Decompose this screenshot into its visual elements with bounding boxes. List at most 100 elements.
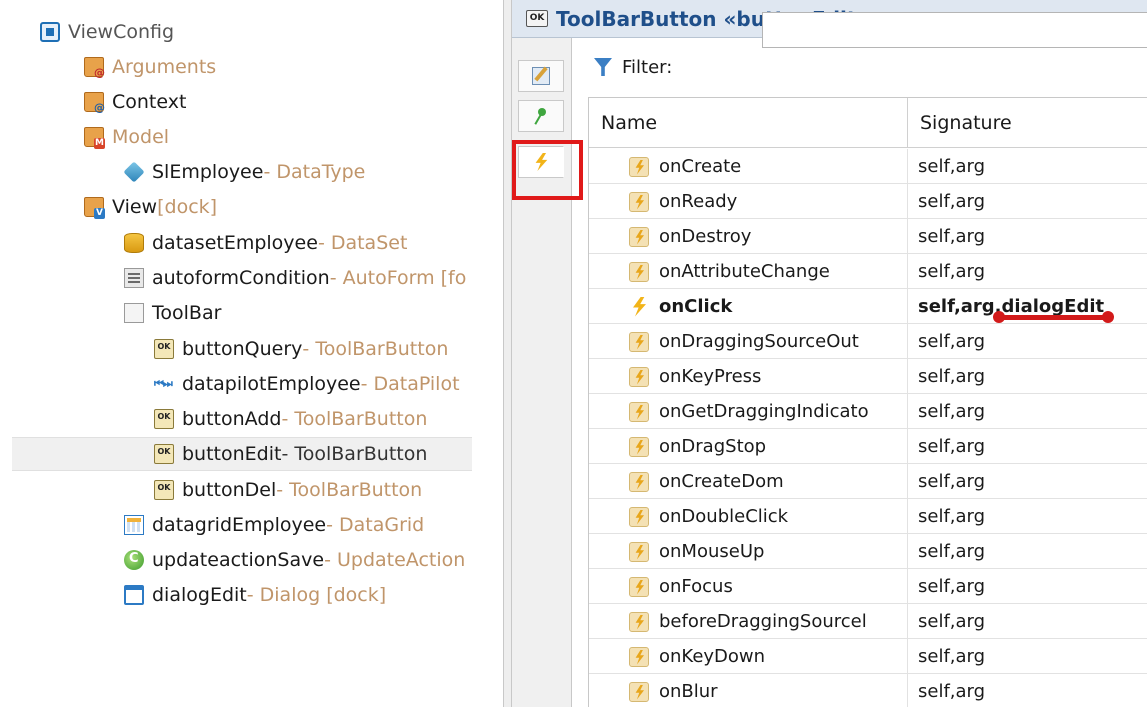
- event-signature[interactable]: self,arg: [908, 184, 1147, 219]
- event-signature[interactable]: self,arg: [908, 639, 1147, 674]
- table-row[interactable]: onCreate self,arg: [589, 149, 1147, 184]
- event-signature[interactable]: self,arg: [908, 324, 1147, 359]
- table-row[interactable]: onDraggingSourceOut self,arg: [589, 324, 1147, 359]
- table-row[interactable]: onCreateDom self,arg: [589, 464, 1147, 499]
- event-name-cell: onReady: [589, 184, 908, 219]
- tree-node-slemployee[interactable]: SlEmployee - DataType: [123, 155, 365, 189]
- event-signature[interactable]: self,arg: [908, 394, 1147, 429]
- table-row[interactable]: onFocus self,arg: [589, 569, 1147, 604]
- filter-funnel-icon: [594, 58, 612, 76]
- filter-label: Filter:: [622, 56, 673, 78]
- event-name: onGetDraggingIndicato: [659, 401, 869, 422]
- tree-node-label: Context: [112, 91, 187, 113]
- table-row[interactable]: onMouseUp self,arg: [589, 534, 1147, 569]
- event-lightning-icon: [629, 541, 649, 562]
- event-signature[interactable]: self,arg: [908, 464, 1147, 499]
- event-name: onAttributeChange: [659, 261, 830, 282]
- tree-node-view[interactable]: View [dock]: [84, 190, 217, 224]
- column-header-name[interactable]: Name: [589, 98, 908, 148]
- tree-node-datasetemployee[interactable]: datasetEmployee - DataSet: [124, 226, 407, 260]
- table-row[interactable]: onDragStop self,arg: [589, 429, 1147, 464]
- event-signature[interactable]: self,arg: [908, 359, 1147, 394]
- event-name: beforeDraggingSourcel: [659, 611, 867, 632]
- tree-node-datapilotemployee[interactable]: ⏮⏭ datapilotEmployee - DataPilot: [154, 367, 460, 401]
- event-signature[interactable]: self,arg: [908, 254, 1147, 289]
- tree-node-type: - ToolBarButton: [276, 479, 423, 501]
- tree-node-model[interactable]: Model: [84, 120, 169, 154]
- event-signature[interactable]: self,arg: [908, 499, 1147, 534]
- event-lightning-icon: [629, 366, 649, 387]
- table-row[interactable]: onKeyPress self,arg: [589, 359, 1147, 394]
- tree-node-label: datapilotEmployee: [182, 373, 361, 395]
- event-lightning-icon: [629, 646, 649, 667]
- event-name-cell: onAttributeChange: [589, 254, 908, 289]
- event-name-cell: onDestroy: [589, 219, 908, 254]
- table-row[interactable]: onKeyDown self,arg: [589, 639, 1147, 674]
- panel-splitter[interactable]: [503, 0, 512, 707]
- table-row[interactable]: onAttributeChange self,arg: [589, 254, 1147, 289]
- table-row[interactable]: beforeDraggingSourcel self,arg: [589, 604, 1147, 639]
- event-signature[interactable]: self,arg: [908, 219, 1147, 254]
- event-signature[interactable]: self,arg: [908, 429, 1147, 464]
- tree-node-updateactionsave[interactable]: updateactionSave - UpdateAction: [124, 543, 465, 577]
- dataset-database-icon: [124, 233, 144, 253]
- tree-node-label: View: [112, 196, 158, 218]
- column-header-signature[interactable]: Signature: [908, 98, 1147, 148]
- table-row[interactable]: onReady self,arg: [589, 184, 1147, 219]
- tree-node-autoformcondition[interactable]: autoformCondition - AutoForm [fo: [124, 261, 466, 295]
- event-lightning-icon: [629, 681, 649, 702]
- event-lightning-icon: [629, 401, 649, 422]
- event-name-cell: onBlur: [589, 674, 908, 707]
- tree-node-context[interactable]: Context: [84, 85, 186, 119]
- tree-node-dialogedit[interactable]: dialogEdit - Dialog [dock]: [124, 578, 386, 612]
- table-row[interactable]: onDoubleClick self,arg: [589, 499, 1147, 534]
- tree-node-buttonadd[interactable]: OK buttonAdd - ToolBarButton: [154, 402, 427, 436]
- tree-node-arguments[interactable]: Arguments: [84, 50, 216, 84]
- updateaction-icon: [124, 550, 144, 570]
- event-lightning-icon: [629, 471, 649, 492]
- tree-node-type: - ToolBarButton: [281, 443, 428, 465]
- autoform-icon: [124, 268, 144, 288]
- tree-node-buttondel[interactable]: OK buttonDel - ToolBarButton: [154, 473, 422, 507]
- event-lightning-icon: [629, 436, 649, 457]
- table-row[interactable]: onGetDraggingIndicato self,arg: [589, 394, 1147, 429]
- event-name-cell: onDraggingSourceOut: [589, 324, 908, 359]
- event-lightning-icon: [629, 261, 649, 282]
- outline-tree[interactable]: ViewConfig Arguments Context Model SlEmp…: [0, 0, 503, 707]
- table-row[interactable]: onBlur self,arg: [589, 674, 1147, 707]
- event-name-cell: onKeyPress: [589, 359, 908, 394]
- filter-input[interactable]: [762, 12, 1147, 48]
- table-header: Name Signature: [589, 98, 1147, 148]
- tree-node-label: ViewConfig: [68, 21, 175, 43]
- datagrid-icon: [124, 515, 144, 535]
- tree-node-label: ToolBar: [152, 302, 222, 324]
- event-signature[interactable]: self,arg: [908, 569, 1147, 604]
- tree-node-type: - AutoForm [fo: [329, 267, 467, 289]
- event-lightning-icon: [629, 226, 649, 247]
- tree-node-type: - ToolBarButton: [302, 338, 449, 360]
- event-signature[interactable]: self,arg: [908, 149, 1147, 184]
- event-name-cell: onDoubleClick: [589, 499, 908, 534]
- table-row[interactable]: onDestroy self,arg: [589, 219, 1147, 254]
- event-signature[interactable]: self,arg: [908, 674, 1147, 707]
- tab-pinned[interactable]: [518, 100, 564, 132]
- tree-node-datagridemployee[interactable]: datagridEmployee - DataGrid: [124, 508, 424, 542]
- edit-pencil-icon: [532, 67, 550, 85]
- event-signature[interactable]: self,arg: [908, 604, 1147, 639]
- event-signature[interactable]: self,arg: [908, 534, 1147, 569]
- tree-node-viewconfig[interactable]: ViewConfig: [40, 15, 174, 49]
- event-lightning-icon: [629, 576, 649, 597]
- tree-node-label: buttonAdd: [182, 408, 282, 430]
- tab-properties[interactable]: [518, 60, 564, 92]
- tree-node-type: - Dialog [dock]: [246, 584, 387, 606]
- tree-node-label: Model: [112, 126, 170, 148]
- tree-node-type: [dock]: [157, 196, 218, 218]
- events-tab-highlight-annotation: [512, 140, 583, 200]
- tree-node-buttonedit-selected[interactable]: OK buttonEdit - ToolBarButton: [12, 437, 472, 471]
- tree-node-label: datagridEmployee: [152, 514, 327, 536]
- event-name: onDraggingSourceOut: [659, 331, 859, 352]
- events-table: Name Signature onCreate self,arg onReady se…: [588, 97, 1147, 707]
- tree-node-buttonquery[interactable]: OK buttonQuery - ToolBarButton: [154, 332, 448, 366]
- tree-node-toolbar[interactable]: ToolBar: [124, 296, 221, 330]
- pin-icon: [532, 107, 550, 125]
